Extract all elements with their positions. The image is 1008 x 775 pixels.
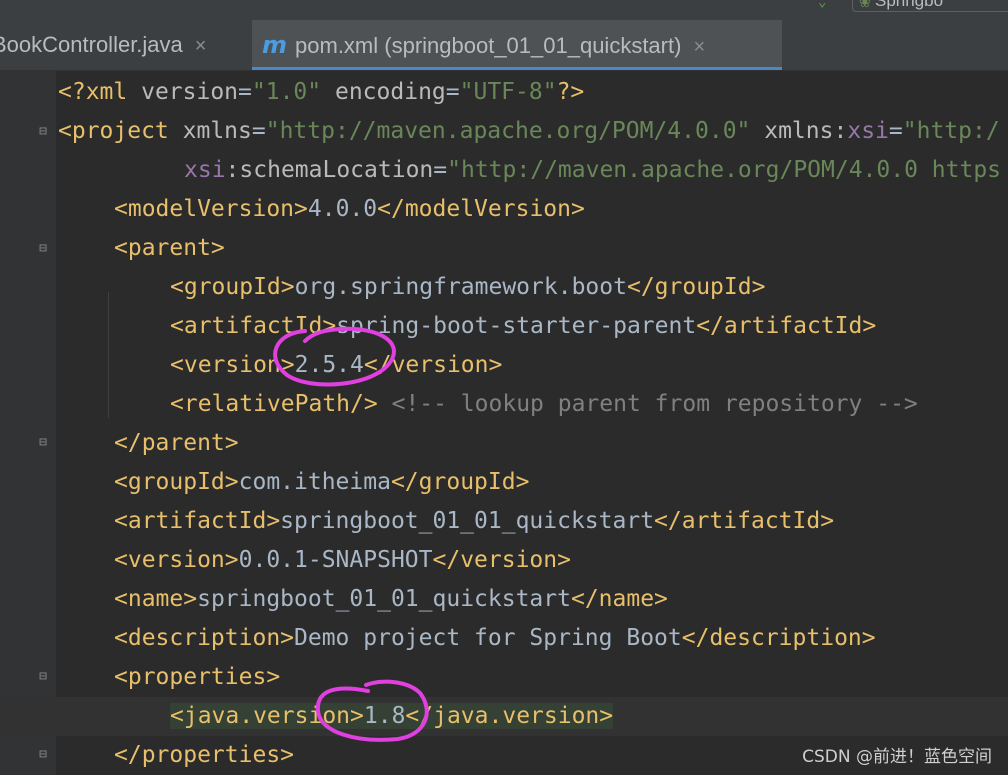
close-icon[interactable]: ×	[693, 36, 705, 58]
editor-tab-bar: BookController.java × m pom.xml (springboo…	[0, 20, 1008, 71]
code-line-11: <groupId>com.itheima</groupId>	[114, 469, 530, 495]
tab-bookcontroller[interactable]: BookController.java ×	[0, 20, 244, 70]
maven-icon: m	[262, 31, 288, 59]
code-line-2: <project xmlns="http://maven.apache.org/…	[58, 118, 1000, 144]
run-configuration-label: Springbo	[875, 0, 944, 10]
fold-close-icon[interactable]: ⊟	[36, 747, 50, 763]
spring-boot-icon: ❀	[859, 0, 871, 10]
code-line-5: <parent>	[114, 235, 225, 261]
code-editor[interactable]: ⊟ ⊟ ⊟ ⊟ ⊟ <?xml version="1.0" encoding="…	[0, 71, 1008, 775]
code-line-18: </properties>	[114, 742, 295, 768]
code-line-14: <name>springboot_01_01_quickstart</name>	[114, 586, 668, 612]
editor-gutter: ⊟ ⊟ ⊟ ⊟ ⊟	[0, 71, 56, 775]
close-icon[interactable]: ×	[195, 35, 207, 57]
code-line-12: <artifactId>springboot_01_01_quickstart<…	[114, 508, 835, 534]
code-line-10: </parent>	[114, 430, 239, 456]
tab-pom-xml[interactable]: m pom.xml (springboot_01_01_quickstart) ×	[252, 20, 782, 70]
code-line-13: <version>0.0.1-SNAPSHOT</version>	[114, 547, 571, 573]
code-line-3: xsi:schemaLocation="http://maven.apache.…	[184, 157, 1002, 183]
tab-label: pom.xml (springboot_01_01_quickstart)	[295, 33, 682, 58]
tab-label: BookController.java	[0, 32, 183, 57]
code-line-7: <artifactId>spring-boot-starter-parent</…	[170, 313, 877, 339]
code-line-4: <modelVersion>4.0.0</modelVersion>	[114, 196, 585, 222]
fold-open-icon[interactable]: ⊟	[36, 124, 50, 140]
code-line-9: <relativePath/> <!-- lookup parent from …	[170, 391, 918, 417]
code-line-6: <groupId>org.springframework.boot</group…	[170, 274, 766, 300]
watermark: CSDN @前进！蓝色空间	[802, 747, 992, 767]
code-line-8: <version>2.5.4</version>	[170, 352, 503, 378]
chevron-down-icon[interactable]: ⌄	[818, 0, 826, 10]
top-toolbar: ⌄ ❀ Springbo	[0, 0, 1008, 20]
code-line-1: <?xml version="1.0" encoding="UTF-8"?>	[58, 79, 585, 105]
fold-close-icon[interactable]: ⊟	[36, 435, 50, 451]
fold-open-icon[interactable]: ⊟	[36, 669, 50, 685]
code-line-17: <java.version>1.8</java.version>	[170, 703, 614, 729]
indent-guide	[108, 292, 109, 418]
code-line-15: <description>Demo project for Spring Boo…	[114, 625, 876, 651]
run-configuration-selector[interactable]: ❀ Springbo	[852, 0, 1008, 12]
code-line-16: <properties>	[114, 664, 281, 690]
fold-open-icon[interactable]: ⊟	[36, 241, 50, 257]
